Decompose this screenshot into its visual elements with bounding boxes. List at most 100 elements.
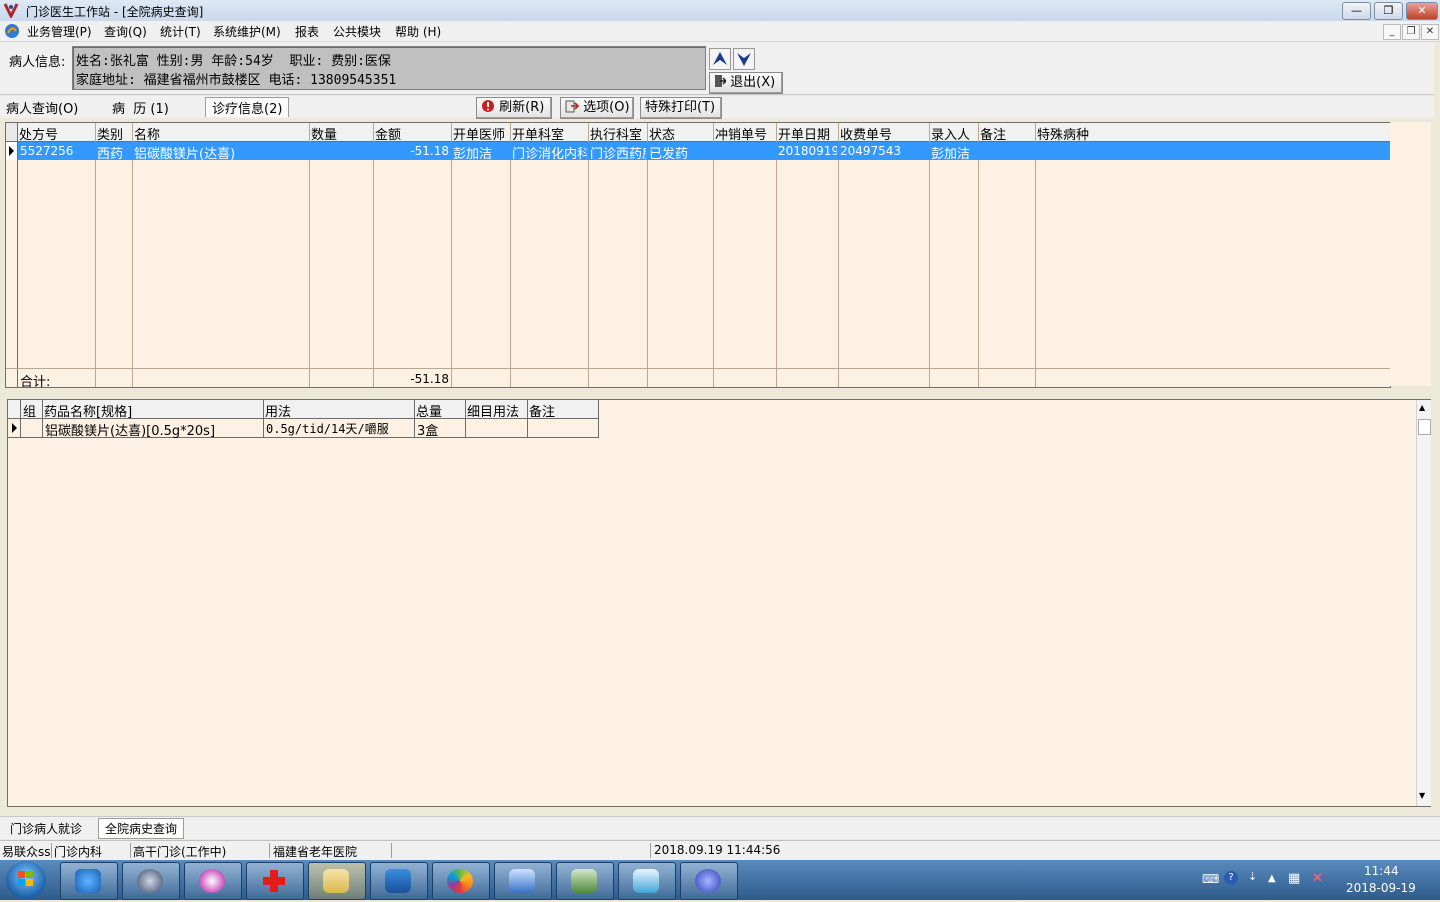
volume-muted-icon[interactable]: ✕ [1312, 871, 1323, 886]
tab-patient-query[interactable]: 病人查询(O) [6, 98, 78, 117]
taskbar-app-compass[interactable] [122, 862, 180, 900]
restore-button[interactable]: ❐ [1374, 2, 1403, 20]
col-receipt-no[interactable]: 收费单号 [840, 124, 892, 143]
tab-medical-record[interactable]: 病 历 (1) [112, 98, 169, 117]
menu-reports[interactable]: 报表 [295, 23, 319, 40]
col-remark[interactable]: 备注 [980, 124, 1006, 143]
total-amount: -51.18 [410, 372, 449, 386]
tabs-toolbar-row: 病人查询(O) 病 历 (1) 诊疗信息(2) 刷新(R) 选项(O) 特殊打印… [0, 96, 1434, 119]
prescription-grid-header: 处方号 类别 名称 数量 金额 开单医师 开单科室 执行科室 状态 冲销单号 开… [6, 123, 1390, 143]
mdi-restore-button[interactable]: ❐ [1402, 24, 1420, 40]
col-drug-name[interactable]: 药品名称[规格] [44, 401, 132, 420]
col-writeoff-no[interactable]: 冲销单号 [715, 124, 767, 143]
options-button[interactable]: 选项(O) [560, 97, 634, 119]
start-button[interactable] [6, 861, 46, 899]
compass-icon [137, 869, 163, 893]
exit-button[interactable]: 退出(X) [709, 72, 783, 94]
ie-icon [75, 869, 101, 893]
clock-time[interactable]: 11:44 [1364, 864, 1399, 878]
taskbar-app-apple[interactable] [432, 862, 490, 900]
cell-total-qty: 3盒 [417, 424, 439, 439]
sql-search-icon [509, 869, 535, 893]
drug-detail-panel[interactable]: 组 药品名称[规格] 用法 总量 细目用法 备注 铝碳酸镁片(达喜)[0.5g*… [7, 399, 1431, 807]
status-datetime: 2018.09.19 11:44:56 [654, 843, 781, 857]
cell-name: 铝碳酸镁片(达喜) [134, 147, 236, 162]
menu-public[interactable]: 公共模块 [333, 23, 381, 40]
special-print-label: 特殊打印(T) [645, 100, 716, 115]
taskbar-app-folder[interactable] [308, 862, 366, 900]
mdi-minimize-button[interactable]: _ [1383, 24, 1401, 40]
scroll-thumb[interactable] [1418, 419, 1431, 435]
col-status[interactable]: 状态 [649, 124, 675, 143]
scroll-down-icon[interactable]: ▼ [1419, 791, 1425, 800]
col-detail-usage[interactable]: 细目用法 [467, 401, 519, 420]
col-total-qty[interactable]: 总量 [416, 401, 442, 420]
menu-help[interactable]: 帮助 (H) [395, 23, 441, 40]
close-button[interactable]: ✕ [1406, 2, 1438, 20]
col-prescription-no[interactable]: 处方号 [19, 124, 58, 143]
flower-icon [199, 869, 225, 893]
col-usage[interactable]: 用法 [265, 401, 291, 420]
col-drug-remark[interactable]: 备注 [529, 401, 555, 420]
notepad-icon [385, 869, 411, 893]
ime-icon[interactable]: ⇣ [1248, 870, 1257, 883]
minimize-button[interactable]: — [1342, 2, 1371, 20]
table-row[interactable]: 铝碳酸镁片(达喜)[0.5g*20s] 0.5g/tid/14天/嚼服 3盒 [8, 419, 598, 439]
row-pointer-icon [9, 146, 14, 156]
arrow-up-icon [713, 52, 727, 65]
col-entered-by[interactable]: 录入人 [931, 124, 970, 143]
status-empty [393, 843, 651, 858]
col-amount[interactable]: 金额 [375, 124, 401, 143]
tray-expand-icon[interactable]: ▲ [1268, 873, 1276, 884]
col-name[interactable]: 名称 [134, 124, 160, 143]
clock-date[interactable]: 2018-09-19 [1346, 881, 1416, 895]
taskbar-app-user[interactable] [556, 862, 614, 900]
user-app-icon [571, 869, 597, 893]
red-cross-icon [263, 870, 285, 892]
col-exec-dept[interactable]: 执行科室 [590, 124, 648, 143]
arrow-down-icon [737, 53, 751, 66]
scroll-up-icon[interactable]: ▲ [1419, 403, 1425, 412]
taskbar-app-cube[interactable] [618, 862, 676, 900]
system-tray: ⌨ ? ⇣ ▲ ▦ ✕ 11:44 2018-09-19 [1196, 860, 1440, 900]
tab-hospital-history[interactable]: 全院病史查询 [98, 818, 185, 839]
prev-patient-button[interactable] [709, 48, 731, 70]
total-label: 合计: [20, 375, 51, 390]
help-icon[interactable]: ? [1224, 871, 1238, 885]
keyboard-icon[interactable]: ⌨ [1202, 872, 1219, 886]
col-group[interactable]: 组 [23, 401, 36, 420]
menu-statistics[interactable]: 统计(T) [160, 23, 201, 40]
vertical-scrollbar[interactable]: ▲ ▼ [1416, 400, 1431, 806]
col-order-date[interactable]: 开单日期 [778, 124, 830, 143]
network-icon[interactable]: ▦ [1288, 871, 1300, 886]
prescription-grid[interactable]: 处方号 类别 名称 数量 金额 开单医师 开单科室 执行科室 状态 冲销单号 开… [5, 122, 1391, 390]
special-print-button[interactable]: 特殊打印(T) [640, 97, 722, 119]
tab-outpatient-visit[interactable]: 门诊病人就诊 [6, 820, 86, 837]
next-patient-button[interactable] [733, 48, 755, 70]
taskbar-app-medical[interactable] [246, 862, 304, 900]
taskbar-app-sql[interactable] [494, 862, 552, 900]
drug-detail-grid[interactable]: 组 药品名称[规格] 用法 总量 细目用法 备注 铝碳酸镁片(达喜)[0.5g*… [8, 400, 599, 439]
col-special-disease[interactable]: 特殊病种 [1037, 124, 1089, 143]
taskbar-ie[interactable] [60, 862, 118, 900]
windows-logo-icon [18, 871, 33, 886]
col-quantity[interactable]: 数量 [311, 124, 337, 143]
tab-diagnosis-info[interactable]: 诊疗信息(2) [205, 97, 290, 117]
taskbar-app-diamond[interactable] [680, 862, 738, 900]
menu-system[interactable]: 系统维护(M) [213, 23, 281, 40]
refresh-label: 刷新(R) [499, 100, 545, 115]
status-clinic: 高干门诊(工作中) [131, 843, 270, 858]
col-doctor[interactable]: 开单医师 [453, 124, 509, 143]
cell-order-date: 20180919 [778, 144, 837, 158]
taskbar-app-notepad[interactable] [370, 862, 428, 900]
mdi-close-button[interactable]: ✕ [1421, 24, 1439, 40]
exit-label: 退出(X) [730, 75, 776, 90]
table-row[interactable]: 5527256 西药 铝碳酸镁片(达喜) -51.18 彭加洁 门诊消化内科 门… [6, 142, 1390, 162]
col-order-dept[interactable]: 开单科室 [512, 124, 588, 143]
window-title: 门诊医生工作站 - [全院病史查询] [26, 5, 204, 19]
menu-business[interactable]: 业务管理(P) [27, 23, 92, 40]
taskbar-app-flower[interactable] [184, 862, 242, 900]
col-category[interactable]: 类别 [97, 124, 123, 143]
menu-query[interactable]: 查询(Q) [104, 23, 147, 40]
refresh-button[interactable]: 刷新(R) [476, 97, 552, 119]
